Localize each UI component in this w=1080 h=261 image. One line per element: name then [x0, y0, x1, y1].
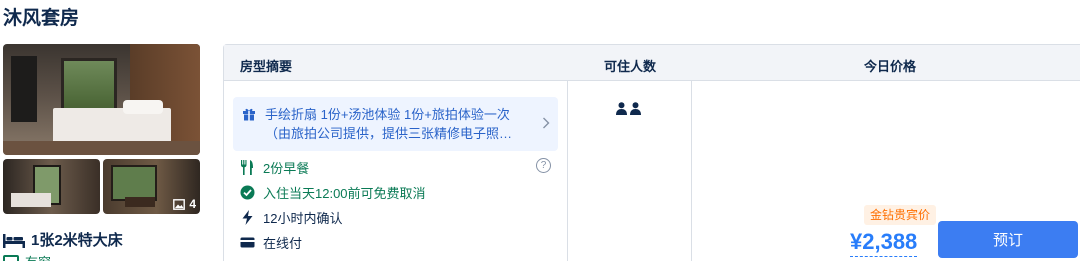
rate-table: 房型摘要 可住人数 今日价格 手绘折扇 1份+汤池体验 1份+旅拍体验一次 （由… [223, 44, 1080, 261]
question-icon[interactable]: ? [536, 158, 551, 173]
image-icon [173, 198, 186, 210]
confirmation-info: 12小时内确认 [240, 208, 342, 227]
bed-icon [3, 233, 25, 248]
gift-icon [243, 108, 255, 121]
payment-text: 在线付 [263, 236, 303, 251]
cancellation-info: 入住当天12:00前可免费取消 [240, 183, 426, 202]
person-icon [630, 102, 641, 115]
room-thumbnail-more[interactable]: 4 [103, 159, 200, 214]
window-text: 有窗 [25, 252, 51, 261]
room-thumbnail[interactable] [3, 159, 100, 214]
breakfast-info: 2份早餐 [240, 158, 309, 177]
package-line-1: 手绘折扇 1份+汤池体验 1份+旅拍体验一次 [265, 107, 510, 122]
card-icon [240, 237, 255, 248]
column-divider [691, 81, 692, 261]
window-icon [3, 254, 19, 261]
photo-count: 4 [173, 197, 196, 211]
confirmation-text: 12小时内确认 [263, 211, 343, 226]
check-circle-icon [240, 185, 255, 200]
table-header: 房型摘要 可住人数 今日价格 [224, 45, 1080, 81]
room-title: 沐风套房 [3, 8, 80, 29]
bed-info: 1张2米特大床 [3, 229, 123, 250]
header-price: 今日价格 [864, 59, 917, 74]
package-line-2: （由旅拍公司提供，提供三张精修电子照… [265, 126, 513, 141]
photo-count-text: 4 [189, 197, 196, 211]
book-button[interactable]: 预订 [938, 221, 1078, 258]
window-info: 有窗 [3, 252, 51, 261]
header-summary: 房型摘要 [240, 59, 293, 74]
breakfast-text: 2份早餐 [263, 161, 310, 176]
lightning-icon [242, 210, 253, 225]
chevron-right-icon [543, 117, 550, 129]
fork-knife-icon [241, 160, 253, 175]
package-banner[interactable]: 手绘折扇 1份+汤池体验 1份+旅拍体验一次 （由旅拍公司提供，提供三张精修电子… [233, 97, 558, 151]
column-divider [567, 81, 568, 261]
room-price[interactable]: ¥2,388 [850, 228, 918, 257]
cancellation-text: 入住当天12:00前可免费取消 [263, 186, 426, 201]
person-icon [616, 102, 627, 115]
guest-capacity [616, 102, 641, 115]
package-description: 手绘折扇 1份+汤池体验 1份+旅拍体验一次 （由旅拍公司提供，提供三张精修电子… [265, 105, 533, 143]
payment-info: 在线付 [240, 233, 302, 252]
bed-type: 1张2米特大床 [31, 232, 123, 249]
vip-price-badge: 金钻贵宾价 [864, 205, 937, 225]
room-main-photo[interactable] [3, 44, 200, 155]
header-occupancy: 可住人数 [604, 59, 657, 74]
